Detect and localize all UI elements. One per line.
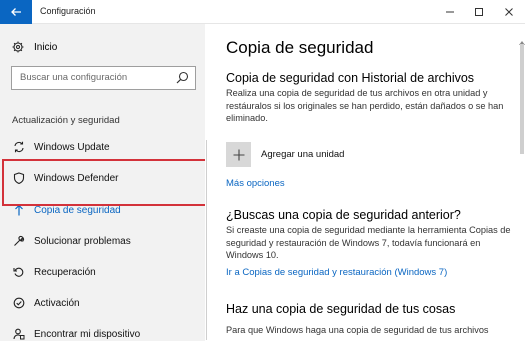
person-device-icon [13,328,25,340]
home-label: Inicio [34,41,58,53]
window-title: Configuración [40,6,96,16]
maximize-icon [475,8,483,16]
older-backup-heading: ¿Buscas una copia de seguridad anterior? [226,208,461,222]
close-button[interactable] [493,0,525,24]
search-icon[interactable] [176,71,189,89]
sidebar-item-label: Solucionar problemas [34,235,131,247]
pane-divider [206,140,207,340]
selection-highlight [2,159,207,206]
sync-icon [13,141,25,153]
close-icon [505,8,513,16]
sidebar-item-recovery[interactable]: Recuperación [0,258,205,286]
sidebar-item-label: Activación [34,297,80,309]
more-options-link[interactable]: Más opciones [226,178,285,189]
maximize-button[interactable] [463,0,495,24]
sidebar-item-label: Copia de seguridad [34,204,121,216]
add-drive-label: Agregar una unidad [261,149,345,160]
home-link[interactable]: Inicio [12,41,57,53]
back-button[interactable] [0,0,32,24]
main-content: Copia de seguridad Copia de seguridad co… [205,24,525,341]
back-arrow-icon [11,8,21,16]
add-drive-button[interactable]: Agregar una unidad [226,142,344,167]
plus-icon [233,149,244,160]
sidebar-item-windows-update[interactable]: Windows Update [0,133,205,161]
section-label: Actualización y seguridad [12,115,120,126]
wrench-icon [13,235,25,247]
sidebar-item-activation[interactable]: Activación [0,289,205,317]
sidebar-item-label: Encontrar mi dispositivo [34,328,141,340]
sidebar-item-find-device[interactable]: Encontrar mi dispositivo [0,320,205,341]
sidebar-item-label: Windows Update [34,141,110,153]
minimize-button[interactable] [434,0,466,24]
title-bar: Configuración [0,0,525,24]
search-box[interactable] [11,66,196,90]
scrollbar-thumb[interactable] [520,44,524,154]
older-backup-description: Si creaste una copia de seguridad median… [226,225,511,260]
file-history-heading: Copia de seguridad con Historial de arch… [226,71,475,85]
recovery-icon [13,266,25,278]
file-history-description: Realiza una copia de seguridad de tus ar… [226,88,504,123]
search-input[interactable] [20,72,170,83]
activation-check-icon [13,297,25,309]
add-drive-tile[interactable] [226,142,251,167]
make-backup-heading: Haz una copia de seguridad de tus cosas [226,302,456,316]
sidebar-item-label: Recuperación [34,266,96,278]
make-backup-description: Para que Windows haga una copia de segur… [226,325,489,335]
minimize-icon [446,11,454,13]
page-title: Copia de seguridad [226,38,374,57]
windows7-backup-link[interactable]: Ir a Copias de seguridad y restauración … [226,267,447,278]
gear-icon [12,41,24,53]
sidebar-item-troubleshoot[interactable]: Solucionar problemas [0,227,205,255]
